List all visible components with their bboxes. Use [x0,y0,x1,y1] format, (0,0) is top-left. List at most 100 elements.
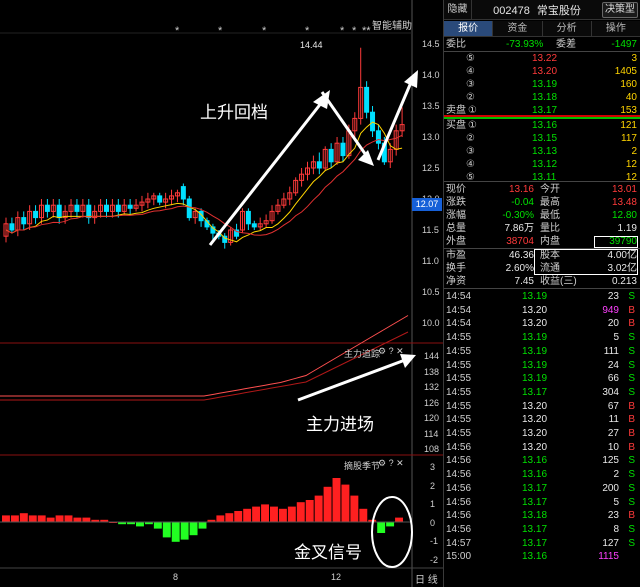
indicator1-name[interactable]: 主力追踪 [344,347,380,360]
ask-price: 13.18 [532,92,558,103]
kline-chart-area[interactable]: 智能辅助 * * * * * * ** 14.44 14.5 14.0 13.5 13.0 12.5… [0,0,443,587]
trade-time: 14:56 [446,469,472,481]
ask-level-3: ② 13.18 40 [444,91,640,104]
trade-row: 14:55 13.19 5 S [444,331,640,344]
tab-quote[interactable]: 报价 [444,21,494,36]
bid-volume: 117 [621,133,637,144]
decision-button[interactable]: 决策型 [602,1,638,18]
trade-volume: 949 [602,304,619,316]
trade-price: 13.17 [522,496,548,508]
trade-row: 14:55 13.20 11 B [444,413,640,426]
trade-side: B [628,414,635,426]
macd-bar [377,522,386,533]
smart-assist-label[interactable]: 智能辅助 [372,17,412,32]
indicator1-tick-3: 126 [424,397,440,408]
price-tick-9: 10.0 [422,318,440,328]
indicator2-tick-5: -2 [430,554,439,565]
trade-row: 14:54 13.20 20 B [444,317,640,330]
bid-level-number: ② [466,133,475,144]
stock-code: 002478 [493,4,530,17]
trade-side: S [628,345,635,357]
trade-volume: 11 [608,414,619,426]
trade-time: 14:54 [446,304,472,316]
macd-bar [216,515,225,522]
date-label-1: 12 [331,572,342,582]
stat-value: 1.19 [617,223,637,234]
candle-body [157,195,163,203]
indicator1-tick-2: 132 [424,382,440,392]
indicator1-settings-icon[interactable]: ⚙ ? ✕ [378,346,404,357]
quote-stat-row-1: 涨跌 -0.04 最高 13.48 [444,196,640,209]
trade-price: 13.20 [522,318,548,330]
bid-volume: 2 [631,146,637,157]
signal-star-2: * [262,25,267,37]
trade-price: 13.20 [522,414,548,426]
stat-value: 0.213 [611,276,637,287]
order-ratio-value: -73.93% [506,39,544,50]
quote-panel: 隐藏 002478 常宝股份 决策型 报价 资金 分析 操作 委比 -73.93… [443,0,640,587]
stat-value: 13.01 [611,184,637,195]
candle-body [375,130,381,144]
trade-time: 14:55 [446,359,472,371]
stat-label: 最低 [540,210,560,221]
indicator1-tick-4: 120 [424,413,440,423]
macd-bar [55,515,64,522]
trade-side: B [628,304,635,316]
trade-side: S [628,496,635,508]
macd-bar [162,522,171,538]
quote-panel-header: 隐藏 002478 常宝股份 决策型 [444,0,640,20]
indicator2-settings-icon[interactable]: ⚙ ? ✕ [378,458,404,469]
bid-volume: 12 [625,159,637,170]
bid-level-number: ④ [466,159,475,170]
trade-price: 13.20 [522,304,548,316]
bid-price: 13.13 [532,146,558,157]
trade-volume: 67 [607,400,619,412]
trade-row: 14:56 13.18 23 B [444,509,640,522]
candle-body [9,223,15,231]
macd-bar [28,515,37,522]
bid-label: 买盘 [446,120,466,131]
trade-time: 14:54 [446,291,472,302]
price-tick-7: 11.0 [422,256,439,266]
macd-bar [341,484,350,522]
trade-price: 13.17 [522,523,548,535]
trade-side: S [628,523,635,535]
trade-time: 14:54 [446,318,472,330]
trade-time: 14:55 [446,400,472,412]
quote-stat-row-0: 现价 13.16 今开 13.01 [444,183,640,196]
macd-bar [252,506,261,522]
candle-body [86,204,92,219]
trade-volume: 2 [613,469,619,481]
price-tick-3: 13.0 [422,132,440,142]
stat-label: 最高 [540,197,560,208]
trade-row: 14:55 13.19 66 S [444,372,640,385]
trade-row: 14:54 13.19 23 S [444,290,640,303]
stat-value: 13.16 [508,184,534,195]
ask-level-number: ④ [466,66,475,77]
trade-price: 13.19 [522,332,548,344]
candle-body [316,161,322,169]
trade-side: S [628,359,635,371]
trade-price: 13.20 [522,441,548,453]
indicator2-name[interactable]: 摘股季节 [344,459,380,472]
tab-operation[interactable]: 操作 [592,21,640,36]
trade-side: S [628,386,635,398]
share-capital-highlight [534,249,638,275]
macd-bar [305,500,314,522]
high-price-label: 14.44 [300,40,323,50]
bid-level-number: ① [468,120,477,131]
macd-bar [234,511,243,522]
capital-stat-row-2: 净资 7.45 收益(三) 0.213 [444,275,640,288]
trade-volume: 20 [607,318,619,330]
daily-period-tab[interactable]: 日 线 [415,571,438,586]
kline-chart-svg[interactable] [0,0,443,587]
candle-body [251,223,257,228]
trade-volume: 24 [607,359,619,371]
trade-volume: 5 [613,496,619,508]
tab-analysis[interactable]: 分析 [543,21,592,36]
tab-capital[interactable]: 资金 [493,21,543,36]
trade-price: 13.17 [522,386,548,398]
ask-volume: 3 [631,53,637,64]
hide-button[interactable]: 隐藏 [444,0,472,20]
candle-body [44,204,50,212]
